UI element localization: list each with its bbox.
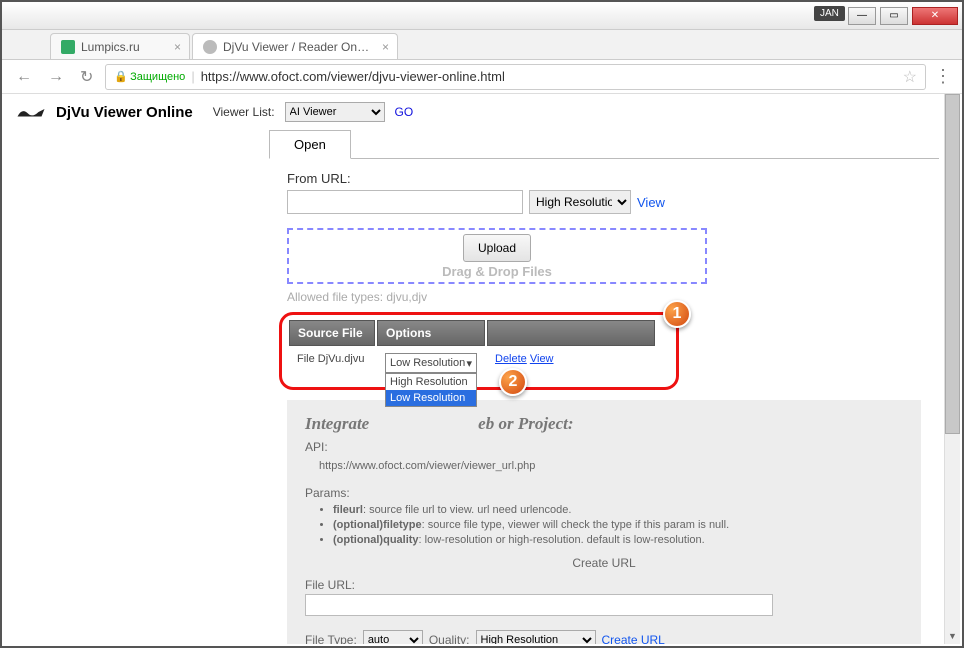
- file-url-label: File URL:: [305, 578, 903, 592]
- integrate-heading: Integrate xxx into xxx Web or Project:: [305, 414, 903, 434]
- tab-title: DjVu Viewer / Reader On…: [223, 40, 369, 54]
- file-type-select[interactable]: auto: [363, 630, 423, 644]
- api-label: API:: [305, 440, 903, 454]
- scrollbar-thumb[interactable]: [945, 94, 960, 434]
- create-url-header: Create URL: [305, 556, 903, 570]
- api-url: https://www.ofoct.com/viewer/viewer_url.…: [305, 456, 903, 480]
- annotation-badge-2: 2: [499, 368, 527, 396]
- resolution-select-top[interactable]: High Resolutio: [529, 190, 631, 214]
- back-button[interactable]: ←: [12, 68, 36, 86]
- viewer-list-select[interactable]: AI Viewer: [285, 102, 385, 122]
- month-badge: JAN: [814, 6, 845, 21]
- table-row: File DjVu.djvu Low Resolution▾ High Reso…: [289, 348, 655, 378]
- file-name-cell: File DjVu.djvu: [289, 348, 375, 378]
- integrate-section: Integrate xxx into xxx Web or Project: I…: [287, 400, 921, 644]
- favicon-icon: [61, 40, 75, 54]
- browser-tab-djvu[interactable]: DjVu Viewer / Reader On… ×: [192, 33, 398, 59]
- create-url-link[interactable]: Create URL: [602, 633, 665, 644]
- upload-button[interactable]: Upload: [463, 234, 531, 262]
- main-panel: Open From URL: High Resolutio View Uploa…: [269, 130, 939, 644]
- bookmark-icon[interactable]: ☆: [903, 67, 917, 87]
- url-text: https://www.ofoct.com/viewer/djvu-viewer…: [201, 69, 505, 84]
- scrollbar[interactable]: ▲ ▼: [944, 94, 960, 644]
- tab-open[interactable]: Open: [269, 130, 351, 159]
- file-table: Source File Options File DjVu.djvu Low R…: [287, 318, 657, 380]
- quality-select[interactable]: High Resolution: [476, 630, 596, 644]
- file-table-wrap: 1 2 Source File Options File DjVu.djvu L…: [287, 318, 921, 380]
- drop-hint: Drag & Drop Files: [442, 264, 552, 279]
- file-url-input[interactable]: [305, 594, 773, 616]
- dropdown-list: High Resolution Low Resolution: [385, 373, 477, 407]
- view-link[interactable]: View: [637, 195, 665, 210]
- app-title: DjVu Viewer Online: [56, 104, 193, 121]
- viewer-list-label: Viewer List:: [213, 105, 275, 119]
- annotation-badge-1: 1: [663, 300, 691, 328]
- close-button[interactable]: ✕: [912, 7, 958, 25]
- quality-label: Quality:: [429, 633, 470, 644]
- scroll-down-icon[interactable]: ▼: [945, 628, 960, 644]
- url-input[interactable]: 🔒 Защищено | https://www.ofoct.com/viewe…: [105, 64, 926, 90]
- file-type-label: File Type:: [305, 633, 357, 644]
- forward-button[interactable]: →: [44, 68, 68, 86]
- from-url-input[interactable]: [287, 190, 523, 214]
- chevron-down-icon: ▾: [466, 357, 472, 370]
- address-bar: ← → ↻ 🔒 Защищено | https://www.ofoct.com…: [2, 60, 962, 94]
- col-options: Options: [377, 320, 485, 346]
- reload-button[interactable]: ↻: [76, 67, 97, 87]
- resolution-dropdown[interactable]: Low Resolution▾ High Resolution Low Reso…: [385, 353, 477, 373]
- close-tab-icon[interactable]: ×: [174, 40, 181, 54]
- from-url-label: From URL:: [287, 171, 921, 186]
- dropdown-option-low[interactable]: Low Resolution: [386, 390, 476, 406]
- tab-title: Lumpics.ru: [81, 40, 140, 54]
- col-actions: [487, 320, 655, 346]
- browser-tabs: Lumpics.ru × DjVu Viewer / Reader On… ×: [2, 30, 962, 60]
- menu-icon[interactable]: ⋮: [934, 66, 952, 87]
- maximize-button[interactable]: ▭: [880, 7, 908, 25]
- view-file-link[interactable]: View: [530, 353, 554, 365]
- app-header: DjVu Viewer Online Viewer List: AI Viewe…: [4, 94, 960, 130]
- params-list: fileurl: source file url to view. url ne…: [333, 504, 903, 546]
- logo-icon: [16, 103, 46, 121]
- browser-tab-lumpics[interactable]: Lumpics.ru ×: [50, 33, 190, 59]
- lock-icon: 🔒 Защищено: [114, 70, 185, 83]
- dropdown-option-high[interactable]: High Resolution: [386, 374, 476, 390]
- allowed-types: Allowed file types: djvu,djv: [287, 290, 921, 304]
- minimize-button[interactable]: —: [848, 7, 876, 25]
- page-content: DjVu Viewer Online Viewer List: AI Viewe…: [4, 94, 960, 644]
- favicon-icon: [203, 40, 217, 54]
- params-label: Params:: [305, 486, 903, 500]
- window-titlebar: JAN — ▭ ✕: [2, 2, 962, 30]
- close-tab-icon[interactable]: ×: [382, 40, 389, 54]
- drop-zone[interactable]: Upload Drag & Drop Files: [287, 228, 707, 284]
- panel-tabs: Open: [269, 130, 939, 159]
- integrate-heading-left: Integrate: [305, 414, 369, 434]
- go-link[interactable]: GO: [395, 105, 414, 119]
- col-source: Source File: [289, 320, 375, 346]
- delete-link[interactable]: Delete: [495, 353, 527, 365]
